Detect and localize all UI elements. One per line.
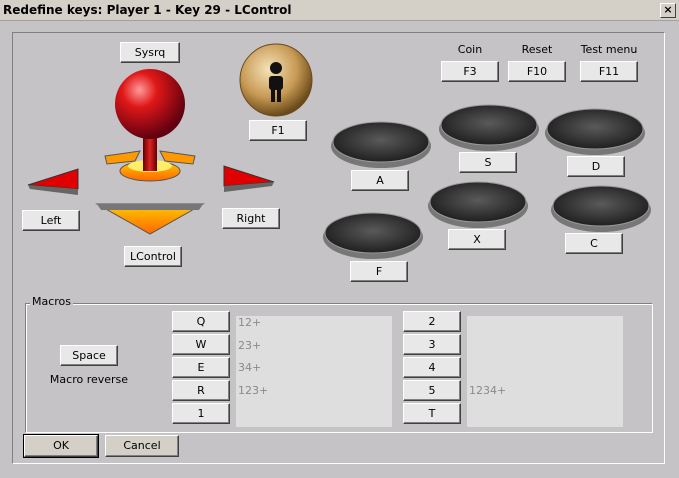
button-f-icon: [323, 212, 423, 259]
macro-value-5: 1234+: [469, 384, 507, 397]
macro-key-2[interactable]: 2: [403, 311, 461, 332]
button-c-icon: [551, 185, 651, 232]
test-menu-key[interactable]: F11: [580, 61, 638, 82]
button-s-key[interactable]: S: [459, 152, 517, 173]
player-start-icon: [239, 43, 313, 117]
close-button[interactable]: ×: [660, 3, 676, 18]
button-f-key[interactable]: F: [350, 261, 408, 282]
macro-key-1[interactable]: 1: [172, 403, 230, 424]
left-key[interactable]: Left: [22, 210, 80, 231]
button-d-icon: [545, 108, 645, 155]
coin-label: Coin: [457, 43, 483, 56]
macro-list-right[interactable]: [466, 315, 624, 428]
reset-label: Reset: [521, 43, 553, 56]
macro-space-key[interactable]: Space: [60, 345, 118, 366]
start-key[interactable]: F1: [249, 120, 307, 141]
macro-value-r: 123+: [238, 384, 269, 397]
cancel-button[interactable]: Cancel: [105, 435, 179, 457]
macro-value-w: 23+: [238, 339, 262, 352]
macro-value-e: 34+: [238, 361, 262, 374]
joystick-icon: [95, 66, 205, 236]
button-x-key[interactable]: X: [448, 229, 506, 250]
macro-key-5[interactable]: 5: [403, 380, 461, 401]
macro-key-t[interactable]: T: [403, 403, 461, 424]
macro-key-q[interactable]: Q: [172, 311, 230, 332]
macro-reverse-label: Macro reverse: [49, 373, 129, 386]
window-title: Redefine keys: Player 1 - Key 29 - LCont…: [3, 3, 292, 17]
button-a-key[interactable]: A: [351, 170, 409, 191]
macro-key-e[interactable]: E: [172, 357, 230, 378]
macro-key-r[interactable]: R: [172, 380, 230, 401]
right-key[interactable]: Right: [222, 208, 280, 229]
title-bar: Redefine keys: Player 1 - Key 29 - LCont…: [0, 0, 679, 21]
button-c-key[interactable]: C: [565, 233, 623, 254]
reset-key[interactable]: F10: [508, 61, 566, 82]
macro-key-4[interactable]: 4: [403, 357, 461, 378]
test-menu-label: Test menu: [580, 43, 638, 56]
ok-button[interactable]: OK: [23, 434, 99, 458]
button-x-icon: [428, 181, 528, 228]
macros-title: Macros: [30, 295, 74, 308]
button-d-key[interactable]: D: [567, 156, 625, 177]
macro-value-q: 12+: [238, 316, 262, 329]
left-arrow-icon: [27, 168, 79, 195]
button-s-icon: [439, 104, 539, 151]
right-arrow-icon: [223, 165, 275, 192]
sysrq-key[interactable]: Sysrq: [120, 42, 180, 63]
redefine-keys-window: Redefine keys: Player 1 - Key 29 - LCont…: [0, 0, 679, 478]
macro-key-3[interactable]: 3: [403, 334, 461, 355]
down-key[interactable]: LControl: [124, 246, 182, 267]
coin-key[interactable]: F3: [441, 61, 499, 82]
macro-key-w[interactable]: W: [172, 334, 230, 355]
button-a-icon: [331, 121, 431, 168]
